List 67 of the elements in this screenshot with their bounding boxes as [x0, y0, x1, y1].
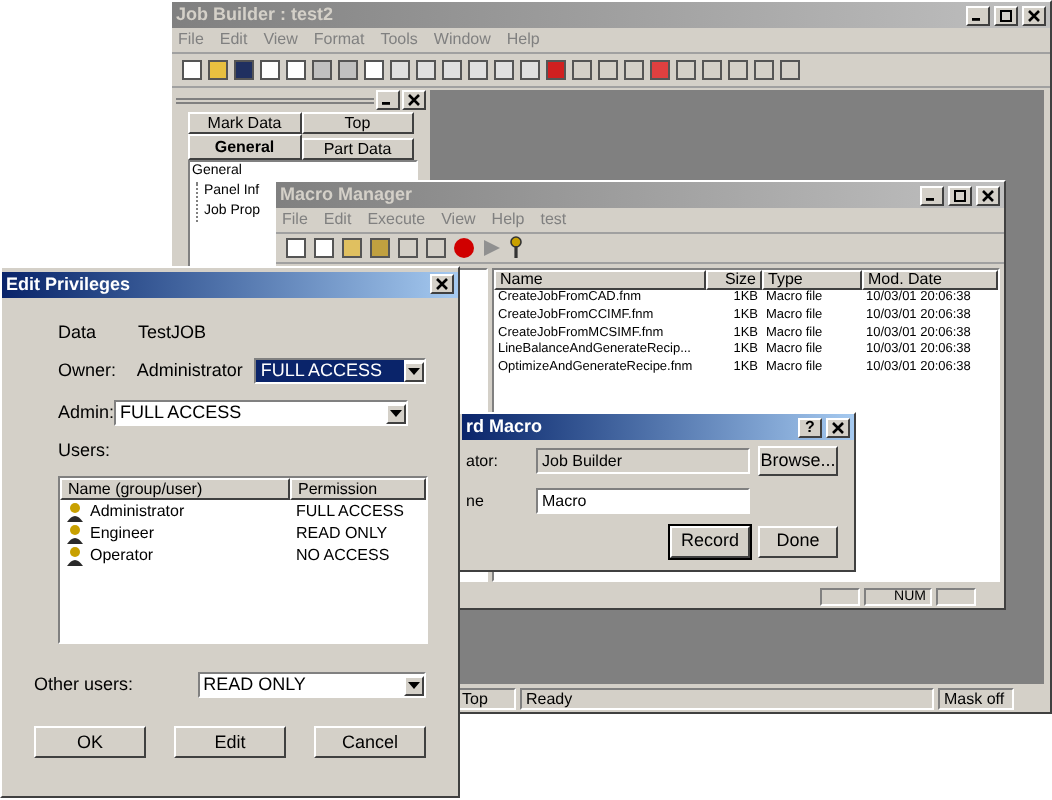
field-label: Owner:	[58, 362, 119, 380]
user-icon	[66, 523, 84, 543]
help-button[interactable]: ?	[798, 417, 822, 437]
column-header[interactable]: Mod. Date	[862, 270, 998, 290]
field-label: Other users:	[34, 676, 136, 694]
user-icon	[66, 545, 84, 565]
data-value: TestJOB	[138, 324, 207, 342]
dropdown[interactable]: READ ONLY	[197, 672, 426, 698]
maximize-icon[interactable]	[1000, 9, 1012, 21]
column-header[interactable]: Type	[762, 270, 862, 290]
dropdown[interactable]: FULL ACCESS	[254, 358, 426, 384]
status-panel	[936, 588, 976, 606]
panel-tab[interactable]: Mark Data	[188, 112, 301, 134]
close-button[interactable]	[402, 90, 426, 110]
table-cell-text: NO ACCESS	[294, 547, 392, 563]
dialog-button[interactable]: Browse...	[758, 446, 838, 476]
minimize-button[interactable]	[920, 185, 944, 205]
status-text: Ready	[520, 688, 934, 710]
panel-tab[interactable]: Part Data	[301, 138, 414, 160]
table-cell: Operator	[90, 547, 154, 563]
column-header[interactable]: Name (group/user)	[60, 478, 290, 500]
field-label: Data	[58, 324, 99, 342]
column-header[interactable]: Size	[706, 270, 762, 290]
status-panel	[820, 588, 860, 606]
dialog-button[interactable]: OK	[34, 726, 146, 758]
user-icon	[66, 501, 84, 521]
dropdown[interactable]: FULL ACCESS	[114, 400, 408, 426]
key-icon[interactable]	[508, 236, 524, 260]
owner-name: Administrator	[136, 362, 245, 380]
text-field[interactable]: Job Builder	[536, 448, 750, 474]
dialog-button[interactable]: Record	[670, 526, 750, 558]
close-icon[interactable]	[1028, 9, 1040, 21]
dialog-button[interactable]: Edit	[174, 726, 286, 758]
close-icon[interactable]	[436, 278, 448, 290]
close-button[interactable]	[976, 185, 1000, 205]
field-label: Users:	[58, 442, 113, 460]
close-icon[interactable]	[982, 189, 994, 201]
maximize-button[interactable]	[948, 185, 972, 205]
panel-tab[interactable]: Top	[301, 112, 414, 134]
close-icon[interactable]	[408, 94, 420, 106]
column-header[interactable]: Permission	[290, 478, 426, 500]
status-text: Mask off	[938, 688, 1014, 710]
column-header[interactable]: Name	[494, 270, 706, 290]
field-label: Admin:	[58, 404, 114, 422]
panel-tab[interactable]: General	[188, 134, 301, 160]
field-label: ator:	[466, 449, 501, 473]
window-title: rd Macro	[466, 418, 543, 436]
dialog-button[interactable]: Done	[758, 526, 838, 558]
text-field[interactable]: Macro	[536, 488, 750, 514]
window-title: Macro Manager	[280, 186, 413, 204]
close-button[interactable]	[430, 274, 454, 294]
record-icon[interactable]	[452, 236, 476, 260]
table-cell-text: FULL ACCESS	[294, 503, 406, 519]
table-cell: Engineer	[90, 525, 155, 541]
dialog-button[interactable]: Cancel	[314, 726, 426, 758]
close-button[interactable]	[826, 417, 850, 437]
window-title: Job Builder : test2	[176, 6, 334, 24]
close-icon[interactable]	[832, 421, 844, 433]
close-button[interactable]	[1022, 5, 1046, 25]
table-cell: Administrator	[90, 503, 185, 519]
minimize-button[interactable]	[966, 5, 990, 25]
table-cell-text: READ ONLY	[294, 525, 390, 541]
maximize-icon[interactable]	[954, 189, 966, 201]
field-label: ne	[466, 489, 486, 513]
window-title: Edit Privileges	[6, 275, 131, 293]
minimize-button[interactable]	[376, 90, 400, 110]
maximize-button[interactable]	[994, 5, 1018, 25]
